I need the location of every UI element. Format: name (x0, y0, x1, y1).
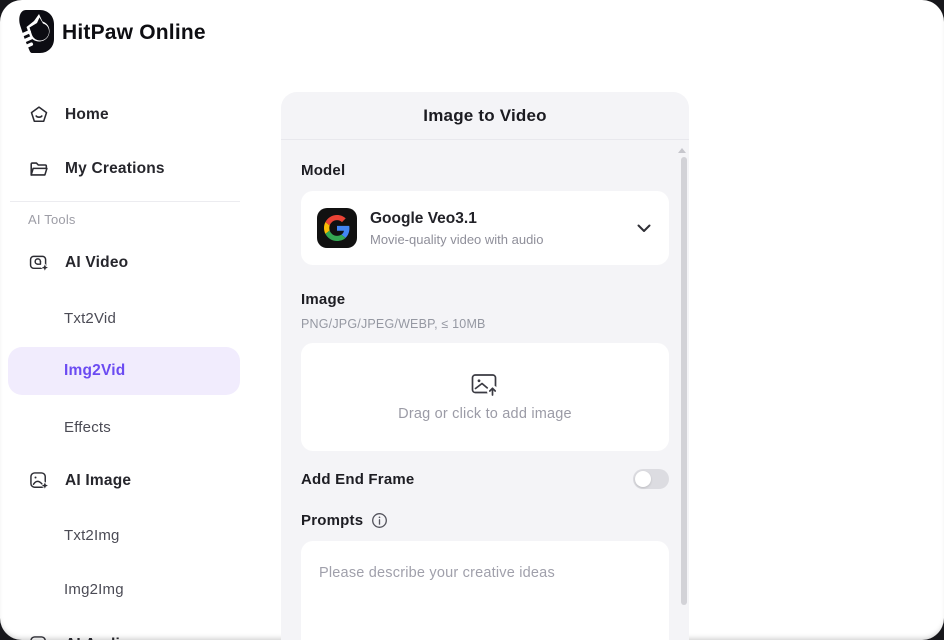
end-frame-toggle[interactable] (633, 469, 669, 489)
panel-scrollbar[interactable] (681, 157, 687, 605)
sidebar-item-ai-video[interactable]: AI Video (28, 249, 128, 277)
sidebar-divider (10, 201, 240, 202)
panel-body: Model Google Veo3.1 Movie-quality video … (281, 140, 689, 640)
model-name: Google Veo3.1 (370, 210, 543, 228)
add-image-icon (471, 372, 499, 397)
sidebar-item-img2img[interactable]: Img2Img (64, 577, 124, 601)
upload-hint-text: Drag or click to add image (398, 406, 572, 422)
end-frame-label: Add End Frame (301, 471, 414, 488)
sidebar-item-home[interactable]: Home (28, 101, 109, 129)
chevron-down-icon (637, 224, 651, 233)
sidebar-item-label: Effects (64, 419, 111, 436)
sidebar-item-label: Img2Vid (64, 362, 125, 380)
image-upload-dropzone[interactable]: Drag or click to add image (301, 343, 669, 451)
toggle-knob (635, 471, 651, 487)
app-window: HitPaw Online Home My Creations AI Tools (0, 0, 944, 640)
ai-video-icon (28, 252, 50, 274)
prompts-row: Prompts (301, 512, 669, 529)
sidebar-item-label: Img2Img (64, 581, 124, 598)
folder-icon (28, 158, 50, 180)
model-section-label: Model (301, 162, 669, 179)
sidebar-item-label: Txt2Img (64, 527, 120, 544)
google-logo-tile (317, 208, 357, 248)
image-format-requirements: PNG/JPG/JPEG/WEBP, ≤ 10MB (301, 317, 669, 331)
ai-image-icon (28, 470, 50, 492)
sidebar-item-label: Txt2Vid (64, 310, 116, 327)
scrollbar-up-arrow[interactable] (678, 148, 686, 153)
sidebar-item-my-creations[interactable]: My Creations (28, 155, 165, 183)
home-icon (28, 104, 50, 126)
prompts-label: Prompts (301, 512, 363, 529)
end-frame-row: Add End Frame (301, 469, 669, 489)
ai-audio-icon (28, 634, 50, 640)
sidebar-item-ai-image[interactable]: AI Image (28, 467, 131, 495)
sidebar-item-label: AI Video (65, 254, 128, 272)
info-icon[interactable] (371, 512, 388, 529)
sidebar-item-label: AI Image (65, 472, 131, 490)
sidebar-item-effects[interactable]: Effects (64, 415, 111, 439)
google-logo (324, 215, 350, 241)
sidebar-item-txt2img[interactable]: Txt2Img (64, 523, 120, 547)
sidebar-section-label: AI Tools (28, 212, 76, 227)
panel-header: Image to Video (281, 92, 689, 140)
sidebar-item-img2vid-active[interactable]: Img2Vid (8, 347, 240, 395)
image-section-label: Image (301, 291, 669, 308)
hitpaw-logo-icon (13, 9, 55, 56)
sidebar-item-label: AI Audio (65, 636, 130, 640)
model-selector[interactable]: Google Veo3.1 Movie-quality video with a… (301, 191, 669, 265)
sidebar-item-label: My Creations (65, 160, 165, 178)
image-to-video-panel: Image to Video Model Google Veo3.1 Movie… (281, 92, 689, 640)
model-description: Movie-quality video with audio (370, 232, 543, 247)
panel-title: Image to Video (423, 106, 546, 126)
app-title: HitPaw Online (62, 21, 206, 45)
sidebar-item-txt2vid[interactable]: Txt2Vid (64, 306, 116, 330)
sidebar-item-label: Home (65, 106, 109, 124)
model-info: Google Veo3.1 Movie-quality video with a… (370, 210, 543, 247)
sidebar-item-ai-audio[interactable]: AI Audio (28, 631, 130, 640)
prompt-input[interactable] (301, 541, 669, 640)
